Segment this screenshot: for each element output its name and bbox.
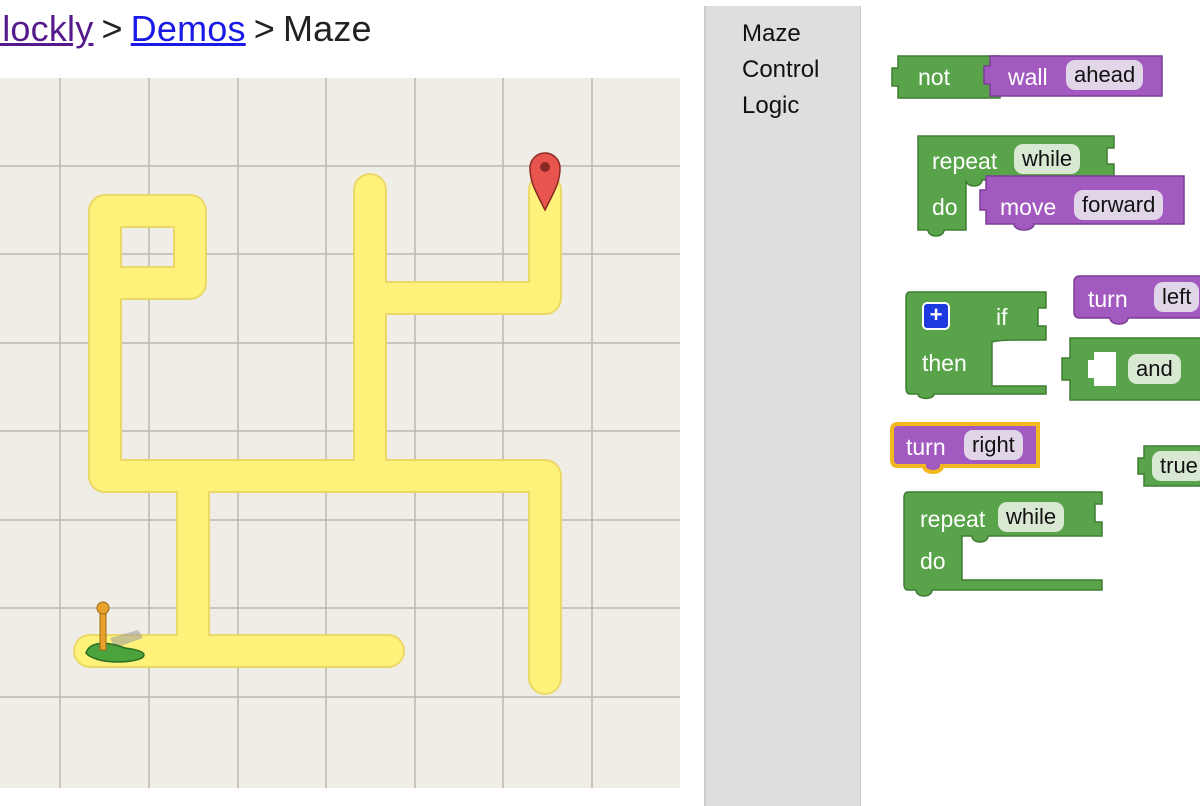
repeat-while-empty-block[interactable]: repeat while do (902, 488, 1112, 600)
plus-icon[interactable]: + (922, 302, 950, 330)
block-keyword: not (918, 64, 950, 90)
maze-path (73, 173, 562, 695)
while-until-dropdown[interactable]: while (998, 502, 1065, 532)
operator-dropdown[interactable]: and (1128, 354, 1181, 384)
repeat-while-move-block[interactable]: repeat while do move forward (914, 132, 1194, 244)
toolbox-category-logic[interactable]: Logic (742, 92, 799, 120)
toolbox-category-control[interactable]: Control (742, 56, 819, 84)
if-then-block[interactable]: + if then (904, 290, 1054, 400)
block-keyword: turn (906, 434, 946, 460)
blockly-editor: Maze Control Logic not wall ahead repeat… (704, 6, 1200, 806)
direction-dropdown[interactable]: ahead (1066, 60, 1144, 90)
workspace: not wall ahead repeat while do move forw… (862, 6, 1200, 806)
logic-and-block[interactable]: and (1058, 334, 1200, 404)
block-keyword: move (1000, 194, 1057, 220)
logic-true-block[interactable]: true (1132, 442, 1200, 492)
maze-canvas (0, 78, 680, 788)
breadcrumb: Blockly>Demos>Maze (0, 8, 372, 50)
maze-board (0, 78, 680, 788)
turn-direction-dropdown[interactable]: left (1154, 282, 1200, 312)
boolean-dropdown[interactable]: true (1152, 451, 1200, 481)
breadcrumb-separator: > (101, 8, 123, 49)
block-keyword: repeat (932, 148, 998, 174)
toolbox: Maze Control Logic (706, 6, 861, 806)
not-wall-ahead-block[interactable]: not wall ahead (890, 52, 1170, 102)
while-until-dropdown[interactable]: while (1014, 144, 1081, 174)
block-keyword: if (996, 304, 1008, 330)
pegman-player-icon (85, 601, 145, 663)
block-keyword: turn (1088, 286, 1128, 312)
breadcrumb-link-blockly[interactable]: Blockly (0, 8, 93, 49)
breadcrumb-link-demos[interactable]: Demos (131, 8, 246, 49)
block-keyword: wall (1008, 64, 1048, 90)
move-direction-dropdown[interactable]: forward (1074, 190, 1164, 220)
breadcrumb-current-maze: Maze (282, 8, 372, 49)
block-keyword: do (920, 548, 946, 574)
breadcrumb-separator: > (253, 8, 275, 49)
turn-right-block[interactable]: turn right (888, 420, 1048, 480)
toolbox-category-maze[interactable]: Maze (742, 20, 801, 48)
turn-direction-dropdown[interactable]: right (964, 430, 1023, 460)
block-keyword: do (932, 194, 958, 220)
turn-left-block[interactable]: turn left (1070, 272, 1200, 326)
block-keyword: repeat (920, 506, 986, 532)
block-keyword: then (922, 350, 967, 376)
